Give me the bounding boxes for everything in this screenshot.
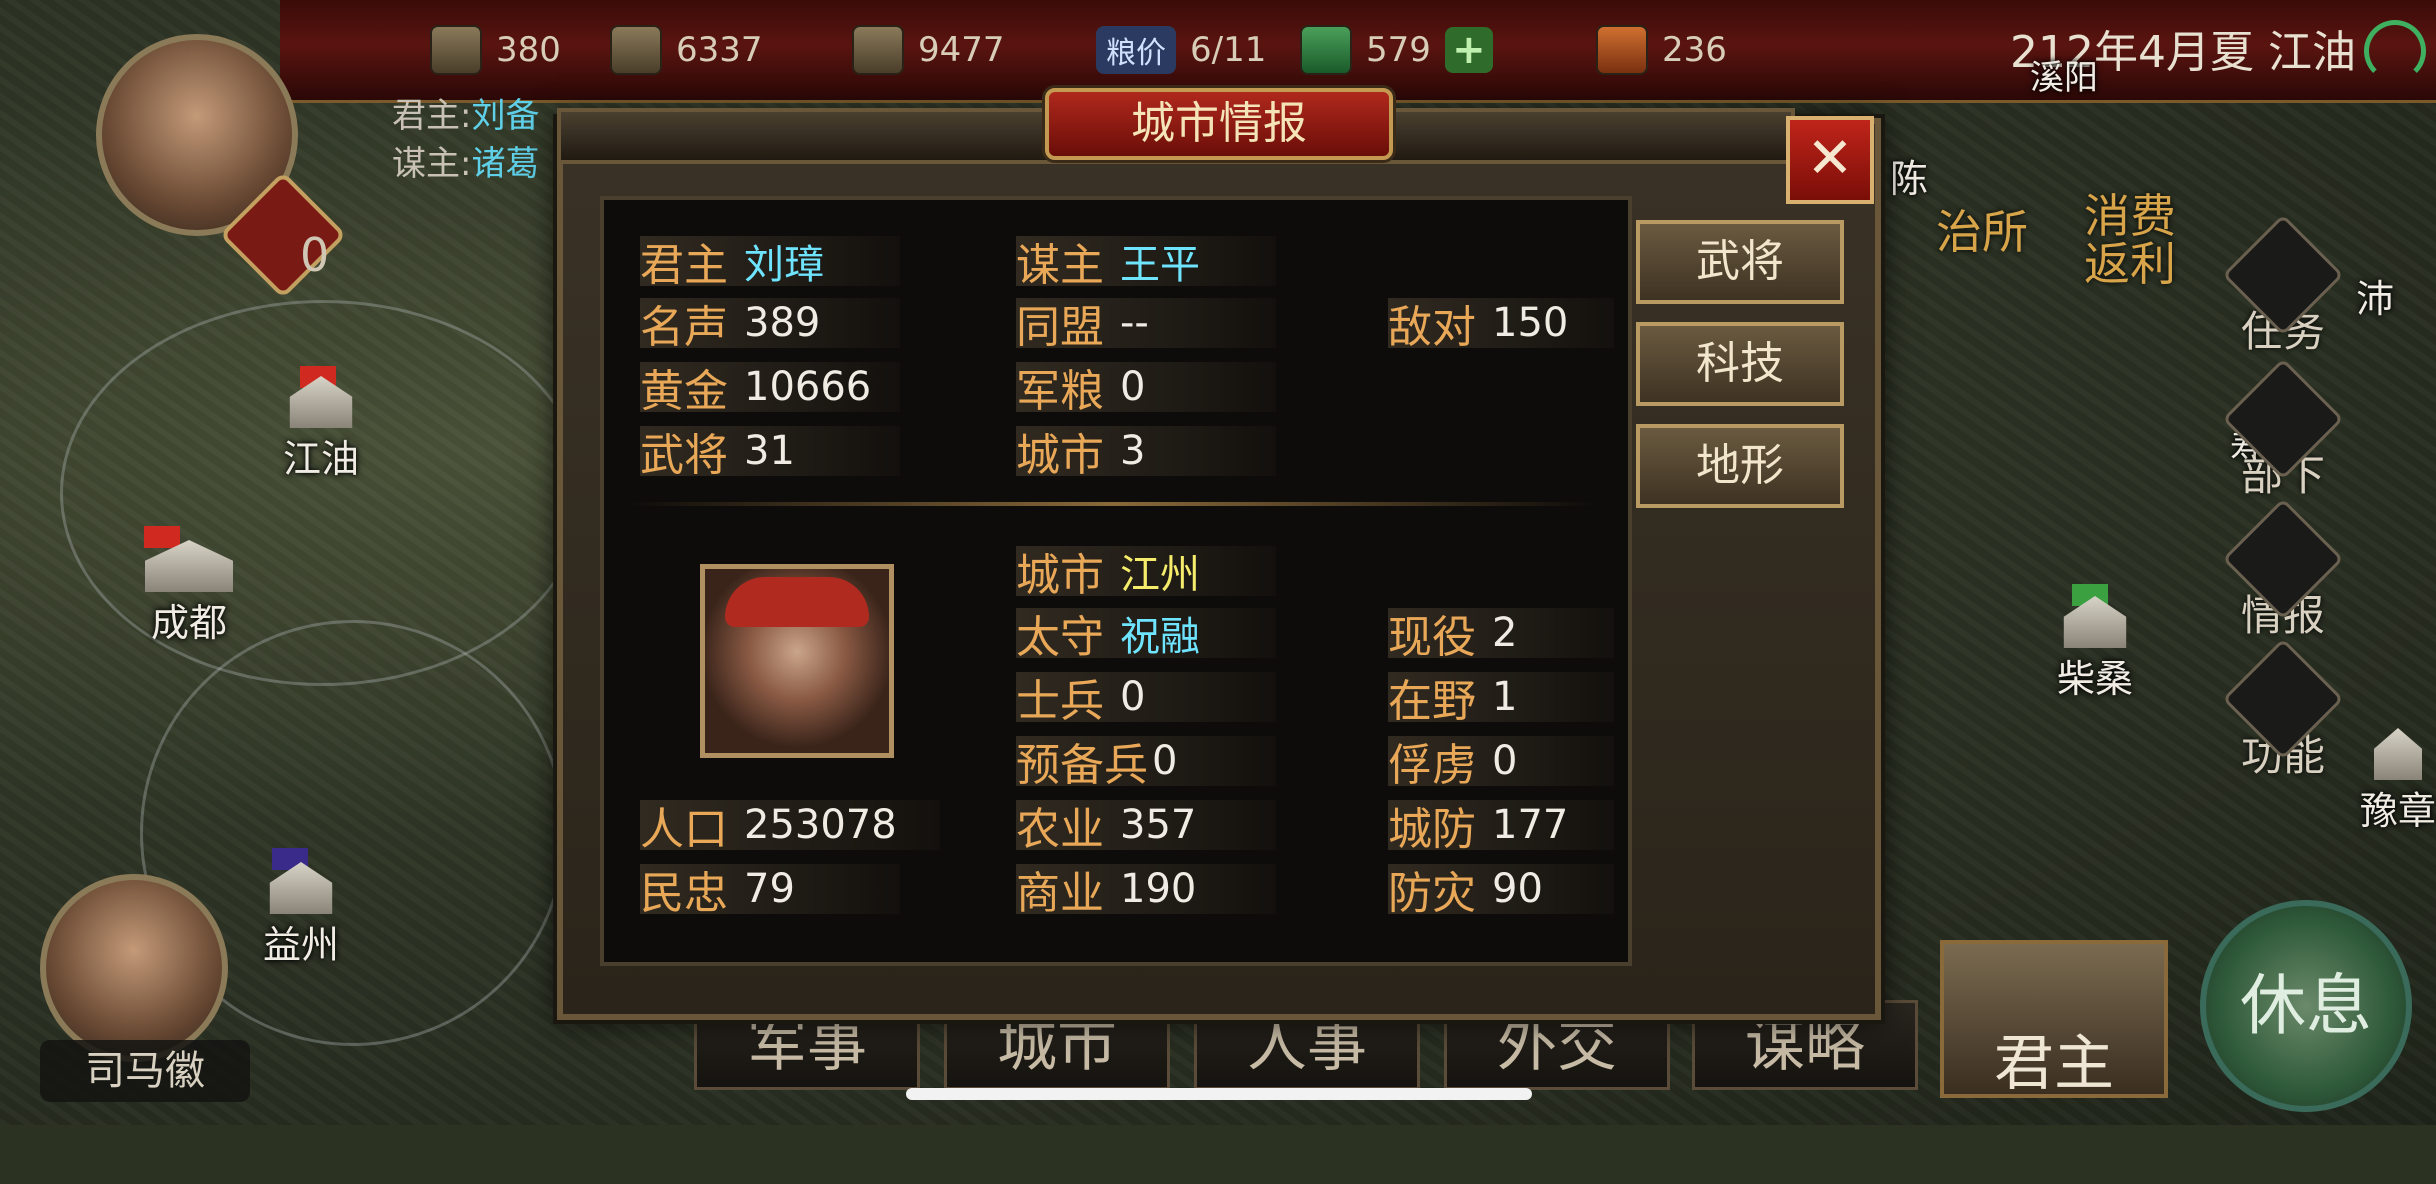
city-chengdu[interactable]: 成都	[134, 526, 244, 647]
add-jade-button[interactable]: +	[1444, 27, 1493, 73]
city-chaisang[interactable]: 柴桑	[2056, 584, 2134, 703]
city-active: 现役 2	[1388, 608, 1614, 663]
rebate-button[interactable]: 消费返利	[2084, 192, 2184, 288]
city-loyalty: 民忠 79	[640, 864, 900, 919]
governor-seat-label[interactable]: 治所	[1936, 196, 2028, 262]
badge-count: 0	[300, 228, 330, 282]
stat-hostile: 敌对 150	[1388, 298, 1614, 353]
grain-icon	[852, 25, 904, 75]
city-soldiers: 士兵 0	[1016, 672, 1276, 727]
menu-functions[interactable]: 功能	[2222, 638, 2344, 783]
stat-generals: 武将 31	[640, 426, 900, 481]
menu-subordinates[interactable]: 部下	[2222, 358, 2344, 503]
jade-icon	[1300, 25, 1352, 75]
tab-ruler[interactable]: 君主	[1940, 940, 2168, 1099]
governor-portrait[interactable]	[700, 564, 894, 758]
resource-stone: 6337	[610, 22, 763, 78]
price-label: 粮价	[1096, 26, 1176, 74]
generals-button[interactable]: 武将	[1636, 220, 1844, 304]
stat-strategist: 谋主 王平	[1016, 236, 1276, 291]
city-agriculture: 农业 357	[1016, 800, 1276, 855]
city-disaster: 防灾 90	[1388, 864, 1614, 919]
stat-gold: 黄金 10666	[640, 362, 900, 417]
flag-icon	[144, 526, 180, 548]
rest-button[interactable]: 休息	[2200, 900, 2412, 1112]
city-icon	[289, 376, 353, 428]
stat-provisions: 军粮 0	[1016, 362, 1276, 417]
city-jiangyou[interactable]: 江油	[282, 366, 360, 483]
dialog-title: 城市情报	[1045, 88, 1393, 160]
signal-icon	[2364, 20, 2426, 82]
wood-icon	[430, 25, 482, 75]
city-name: 城市 江州	[1016, 546, 1276, 601]
close-button[interactable]: ✕	[1786, 116, 1874, 204]
city-idle: 在野 1	[1388, 672, 1614, 727]
resource-grain: 9477	[852, 22, 1005, 78]
city-commerce: 商业 190	[1016, 864, 1276, 919]
section-divider	[630, 502, 1594, 506]
stat-cities: 城市 3	[1016, 426, 1276, 481]
stat-fame: 名声 389	[640, 298, 900, 353]
home-indicator[interactable]	[906, 1088, 1532, 1100]
city-icon	[2374, 728, 2422, 780]
menu-intel[interactable]: 情报	[2222, 498, 2344, 643]
advisor-avatar[interactable]	[40, 874, 228, 1062]
city-yuzhang[interactable]: 豫章	[2360, 728, 2436, 835]
city-population: 人口 253078	[640, 800, 940, 855]
city-pei[interactable]: 沛	[2356, 268, 2394, 323]
stat-alliance: 同盟 --	[1016, 298, 1276, 353]
resource-wood: 380	[430, 22, 561, 78]
city-captives: 俘虏 0	[1388, 736, 1614, 791]
stone-icon	[610, 25, 662, 75]
leader-info: 君主:刘备 谋主:诸葛	[392, 96, 540, 184]
city-governor: 太守 祝融	[1016, 608, 1276, 663]
city-chen[interactable]: 陈	[1890, 148, 1928, 203]
city-xiyang[interactable]: 溪阳	[2030, 50, 2098, 99]
city-icon	[2063, 596, 2127, 648]
resource-token: 236	[1596, 22, 1727, 78]
grain-price: 粮价 6/11	[1096, 22, 1266, 78]
city-defense: 城防 177	[1388, 800, 1614, 855]
tech-button[interactable]: 科技	[1636, 322, 1844, 406]
city-reserve: 预备兵 0	[1016, 736, 1276, 791]
menu-tasks[interactable]: 任务	[2222, 214, 2344, 359]
city-yizhou[interactable]: 益州	[262, 848, 340, 969]
token-icon	[1596, 25, 1648, 75]
stat-ruler: 君主 刘璋	[640, 236, 900, 291]
advisor-name: 司马徽	[40, 1040, 250, 1102]
resource-jade: 579 +	[1300, 22, 1493, 78]
terrain-button[interactable]: 地形	[1636, 424, 1844, 508]
